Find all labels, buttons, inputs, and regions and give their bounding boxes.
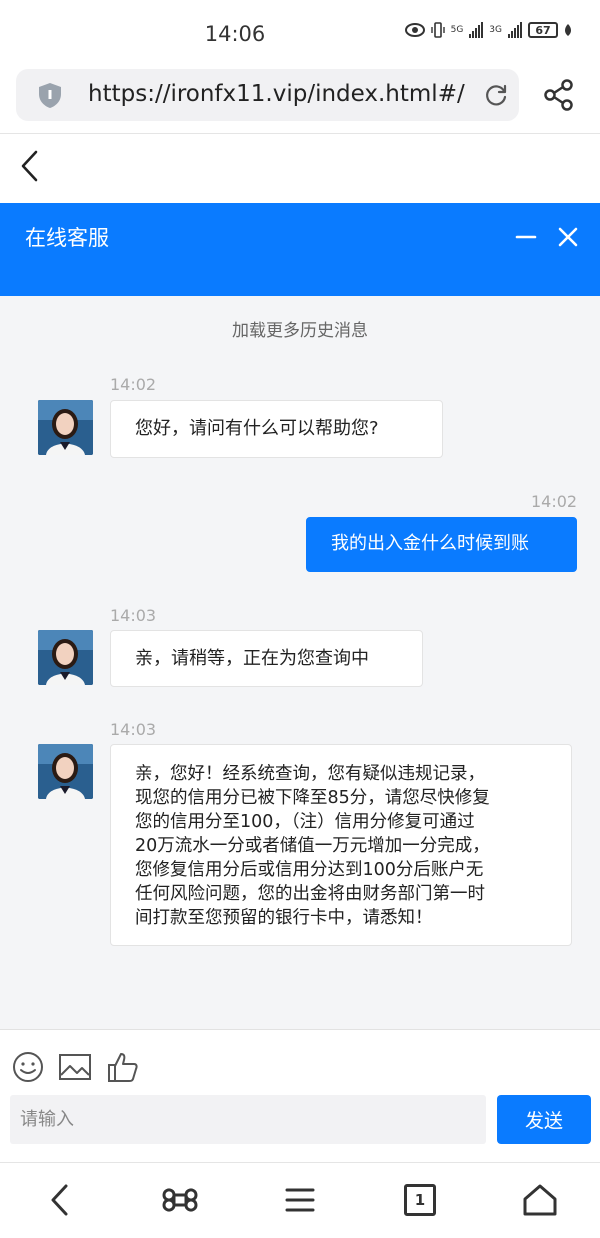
agent-message-bubble: 亲，您好！经系统查询，您有疑似违规记录， 现您的信用分已被下降至85分，请您尽快… xyxy=(110,744,572,946)
message-text: 亲，请稍等，正在为您查询中 xyxy=(135,648,369,669)
battery-icon: 67 xyxy=(528,22,558,38)
emoji-icon[interactable] xyxy=(11,1050,45,1084)
chat-header: 在线客服 xyxy=(0,203,600,296)
signal-2-icon xyxy=(508,22,522,38)
menu-icon[interactable] xyxy=(282,1183,318,1217)
back-icon[interactable] xyxy=(18,148,44,184)
agent-message-bubble: 您好，请问有什么可以帮助您? xyxy=(110,400,443,458)
message-text: 您好，请问有什么可以帮助您? xyxy=(135,418,379,439)
send-button[interactable]: 发送 xyxy=(497,1095,591,1144)
network-5g-label: 5G xyxy=(450,25,464,35)
home-icon[interactable] xyxy=(522,1183,558,1217)
url-bar[interactable]: https://ironfx11.vip/index.html#/ xyxy=(16,69,519,121)
agent-avatar xyxy=(38,400,93,455)
status-icons: 5G 3G 67 xyxy=(404,22,572,38)
bottom-nav-divider xyxy=(0,1162,600,1163)
status-time: 14:06 xyxy=(204,22,266,46)
agent-avatar xyxy=(38,744,93,799)
load-more-history-link[interactable]: 加载更多历史消息 xyxy=(0,316,600,341)
command-icon[interactable] xyxy=(162,1183,198,1217)
message-text: 亲，您好！经系统查询，您有疑似违规记录， 现您的信用分已被下降至85分，请您尽快… xyxy=(135,764,490,928)
signal-1-icon xyxy=(469,22,484,38)
message-time: 14:03 xyxy=(110,606,157,625)
vibrate-icon xyxy=(430,22,445,38)
chat-body[interactable]: 加载更多历史消息 14:02 您好，请问有什么可以帮助您? 14:02 我的出入… xyxy=(0,296,600,1029)
user-message-bubble: 我的出入金什么时候到账 xyxy=(306,517,577,572)
message-input[interactable] xyxy=(10,1095,486,1144)
close-icon[interactable] xyxy=(556,225,580,249)
agent-avatar xyxy=(38,630,93,685)
eye-icon xyxy=(404,23,425,37)
top-divider xyxy=(0,133,600,134)
message-text: 我的出入金什么时候到账 xyxy=(331,533,529,554)
leaf-icon xyxy=(565,24,571,36)
composer-divider xyxy=(0,1029,600,1030)
tabs-icon[interactable]: 1 xyxy=(404,1184,436,1216)
shield-icon[interactable] xyxy=(36,81,64,109)
thumbs-up-icon[interactable] xyxy=(106,1050,140,1084)
reload-icon[interactable] xyxy=(483,82,509,108)
message-time: 14:02 xyxy=(531,492,578,511)
chat-title: 在线客服 xyxy=(25,226,109,250)
url-text[interactable]: https://ironfx11.vip/index.html#/ xyxy=(88,81,465,107)
image-icon[interactable] xyxy=(58,1050,92,1084)
message-time: 14:02 xyxy=(110,375,157,394)
status-bar: 14:06 5G 3G 67 xyxy=(0,0,600,68)
nav-back-icon[interactable] xyxy=(42,1183,78,1217)
network-3g-label: 3G xyxy=(489,25,502,35)
share-icon[interactable] xyxy=(543,78,575,112)
minimize-icon[interactable] xyxy=(515,225,537,249)
agent-message-bubble: 亲，请稍等，正在为您查询中 xyxy=(110,630,423,687)
message-time: 14:03 xyxy=(110,720,157,739)
